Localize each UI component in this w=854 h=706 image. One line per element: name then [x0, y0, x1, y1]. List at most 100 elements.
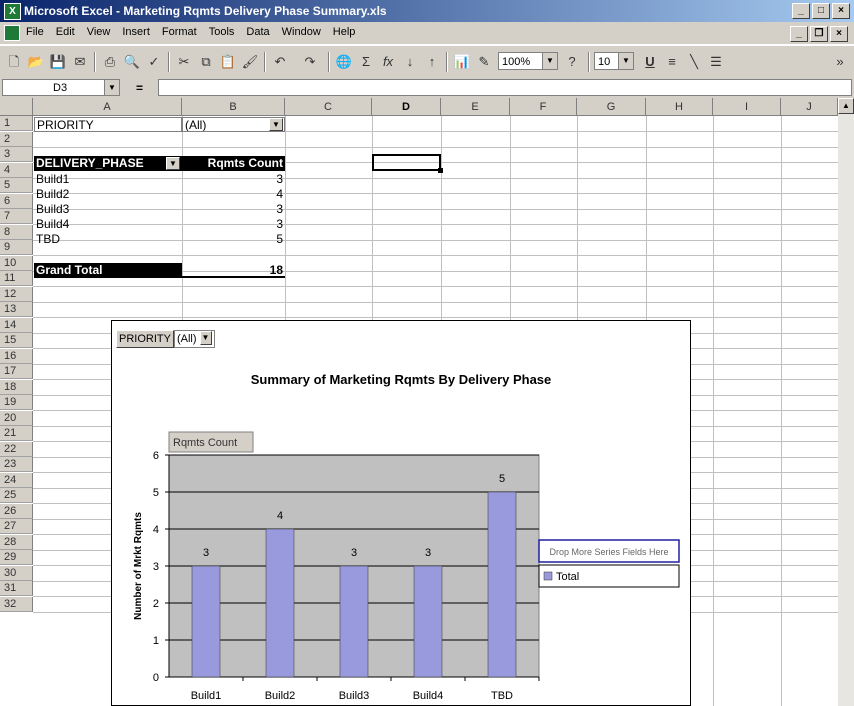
- autosum-icon[interactable]: Σ: [356, 52, 376, 72]
- edit-formula-button[interactable]: =: [136, 81, 143, 95]
- chevron-down-icon[interactable]: ▼: [104, 80, 119, 95]
- maximize-button[interactable]: □: [812, 3, 830, 19]
- row-header[interactable]: 22: [0, 441, 33, 457]
- row-header[interactable]: 1: [0, 116, 33, 131]
- format-painter-icon[interactable]: 🖌: [240, 52, 260, 72]
- undo-icon[interactable]: ↶: [270, 52, 290, 72]
- selected-cell-d3[interactable]: [372, 154, 443, 173]
- line-icon[interactable]: ╲: [684, 52, 704, 72]
- menu-format[interactable]: Format: [162, 26, 197, 38]
- column-header-f[interactable]: F: [510, 98, 577, 116]
- select-all-corner[interactable]: [0, 98, 33, 116]
- print-preview-icon[interactable]: 🔍: [122, 52, 142, 72]
- redo-icon[interactable]: ↷: [300, 52, 320, 72]
- chevron-down-icon[interactable]: ▼: [618, 53, 633, 69]
- column-header-h[interactable]: H: [646, 98, 713, 116]
- row-header[interactable]: 12: [0, 286, 33, 302]
- scroll-up-icon[interactable]: ▲: [838, 98, 854, 114]
- row-header[interactable]: 20: [0, 410, 33, 426]
- align-justify-icon[interactable]: ☰: [706, 52, 726, 72]
- doc-restore-button[interactable]: ❐: [810, 26, 828, 42]
- row-header[interactable]: 2: [0, 131, 33, 147]
- row-header[interactable]: 16: [0, 348, 33, 364]
- spelling-icon[interactable]: ✓: [144, 52, 164, 72]
- vertical-scrollbar[interactable]: ▲: [838, 98, 854, 706]
- chevron-down-icon[interactable]: ▼: [269, 118, 283, 131]
- copy-icon[interactable]: ⧉: [196, 52, 216, 72]
- row-header[interactable]: 3: [0, 147, 33, 162]
- zoom-select[interactable]: 100% ▼: [498, 52, 558, 70]
- row-header[interactable]: 8: [0, 224, 33, 240]
- row-header[interactable]: 19: [0, 395, 33, 410]
- sort-descending-icon[interactable]: ↑: [422, 52, 442, 72]
- row-header[interactable]: 26: [0, 503, 33, 519]
- row-header[interactable]: 10: [0, 255, 33, 271]
- pivot-page-field[interactable]: PRIORITY: [34, 117, 182, 132]
- doc-minimize-button[interactable]: _: [790, 26, 808, 42]
- row-header[interactable]: 27: [0, 519, 33, 534]
- chevron-down-icon[interactable]: ▼: [199, 331, 212, 345]
- row-header[interactable]: 23: [0, 457, 33, 472]
- column-header-j[interactable]: J: [781, 98, 838, 116]
- row-header[interactable]: 11: [0, 271, 33, 286]
- column-header-b[interactable]: B: [182, 98, 285, 116]
- row-header[interactable]: 15: [0, 333, 33, 348]
- column-header-c[interactable]: C: [285, 98, 372, 116]
- menu-view[interactable]: View: [87, 26, 111, 38]
- row-header[interactable]: 31: [0, 581, 33, 596]
- row-header[interactable]: 4: [0, 162, 33, 178]
- menu-window[interactable]: Window: [282, 26, 321, 38]
- font-size-select[interactable]: 10 ▼: [594, 52, 634, 70]
- row-header[interactable]: 24: [0, 472, 33, 488]
- row-header[interactable]: 18: [0, 379, 33, 395]
- row-header[interactable]: 28: [0, 534, 33, 550]
- new-icon[interactable]: 🗋: [4, 52, 24, 72]
- menu-file[interactable]: File: [26, 26, 44, 38]
- row-header[interactable]: 30: [0, 565, 33, 581]
- save-icon[interactable]: 💾: [48, 52, 68, 72]
- menu-edit[interactable]: Edit: [56, 26, 75, 38]
- row-header[interactable]: 6: [0, 193, 33, 209]
- menu-tools[interactable]: Tools: [209, 26, 235, 38]
- row-header[interactable]: 21: [0, 426, 33, 441]
- column-header-i[interactable]: I: [713, 98, 781, 116]
- formula-input[interactable]: [158, 79, 852, 96]
- underline-icon[interactable]: U: [640, 52, 660, 72]
- menu-help[interactable]: Help: [333, 26, 356, 38]
- open-icon[interactable]: 📂: [26, 52, 46, 72]
- row-header[interactable]: 17: [0, 364, 33, 379]
- mail-icon[interactable]: ✉: [70, 52, 90, 72]
- minimize-button[interactable]: _: [792, 3, 810, 19]
- menu-data[interactable]: Data: [246, 26, 269, 38]
- column-header-e[interactable]: E: [441, 98, 510, 116]
- chart-wizard-icon[interactable]: 📊: [452, 52, 472, 72]
- pivot-row-field[interactable]: DELIVERY_PHASE: [34, 156, 182, 171]
- align-icon[interactable]: ≡: [662, 52, 682, 72]
- menu-insert[interactable]: Insert: [122, 26, 150, 38]
- row-header[interactable]: 5: [0, 178, 33, 193]
- excel-app-icon[interactable]: X: [4, 3, 21, 20]
- close-button[interactable]: ×: [832, 3, 850, 19]
- hyperlink-icon[interactable]: 🌐: [334, 52, 354, 72]
- chevron-down-icon[interactable]: ▼: [542, 53, 557, 69]
- row-header[interactable]: 14: [0, 317, 33, 333]
- row-header[interactable]: 25: [0, 488, 33, 503]
- column-header-d[interactable]: D: [372, 98, 441, 116]
- print-icon[interactable]: ⎙: [100, 52, 120, 72]
- paste-icon[interactable]: 📋: [218, 52, 238, 72]
- cut-icon[interactable]: ✂: [174, 52, 194, 72]
- chart-priority-value[interactable]: (All) ▼: [173, 330, 215, 348]
- toolbar-overflow-icon[interactable]: »: [830, 52, 850, 72]
- doc-close-button[interactable]: ×: [830, 26, 848, 42]
- column-header-g[interactable]: G: [577, 98, 646, 116]
- row-header[interactable]: 13: [0, 302, 33, 317]
- row-header[interactable]: 29: [0, 550, 33, 565]
- name-box[interactable]: D3 ▼: [2, 79, 120, 96]
- row-header[interactable]: 9: [0, 240, 33, 255]
- function-icon[interactable]: fx: [378, 52, 398, 72]
- document-icon[interactable]: [4, 25, 20, 41]
- sort-ascending-icon[interactable]: ↓: [400, 52, 420, 72]
- drawing-icon[interactable]: ✎: [474, 52, 494, 72]
- help-icon[interactable]: ?: [562, 52, 582, 72]
- pivot-data-field[interactable]: Rqmts Count: [182, 156, 285, 171]
